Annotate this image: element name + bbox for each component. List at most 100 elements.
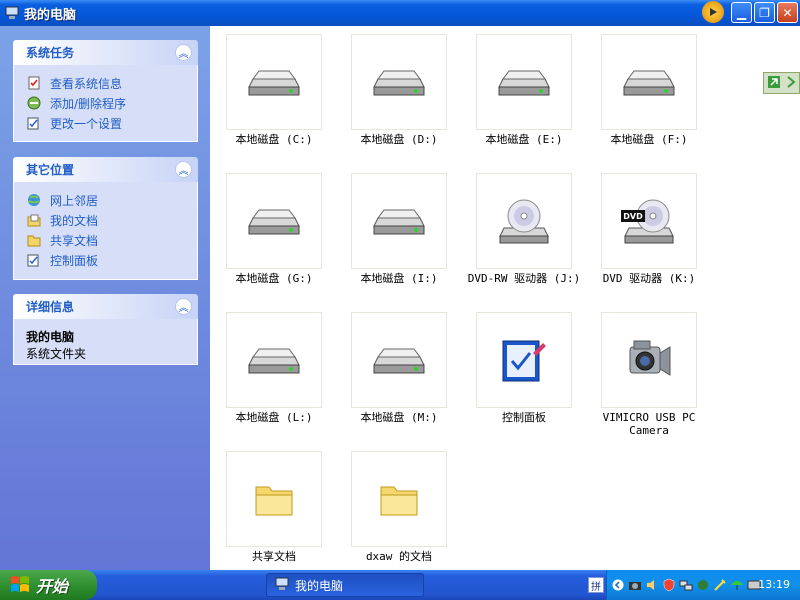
place-network[interactable]: 网上邻居 [26, 190, 187, 210]
other-places-body: 网上邻居 我的文档 共享文档 控制面板 [13, 182, 198, 280]
details-header[interactable]: 详细信息 ︽ [13, 294, 198, 319]
tools-icon[interactable] [713, 578, 727, 592]
other-places-panel: 其它位置 ︽ 网上邻居 我的文档 共享文档 控制面板 [13, 157, 198, 280]
chevron-left-icon[interactable] [611, 578, 625, 592]
item-label: 本地磁盘 (G:) [235, 272, 313, 285]
drive-item[interactable]: 本地磁盘 (M:) [335, 312, 463, 424]
network-icon[interactable] [679, 578, 693, 592]
maximize-button[interactable]: ❐ [754, 2, 775, 23]
system-tasks-title: 系统任务 [26, 46, 75, 60]
item-label: 本地磁盘 (M:) [360, 411, 438, 424]
thumbnail-frame [601, 312, 697, 408]
drive-item[interactable]: 本地磁盘 (G:) [210, 173, 338, 285]
dvd-rw-drive-item[interactable]: DVD-RW 驱动器 (J:) [460, 173, 588, 285]
drive-item[interactable]: 本地磁盘 (L:) [210, 312, 338, 424]
place-control-panel[interactable]: 控制面板 [26, 250, 187, 270]
my-documents-icon [26, 212, 42, 228]
taskbar: 开始 我的电脑 拼 13:19 [0, 570, 800, 600]
task-view-system-info[interactable]: 查看系统信息 [26, 73, 187, 93]
thumbnail-frame [226, 312, 322, 408]
item-label: 本地磁盘 (D:) [360, 133, 438, 146]
task-label: 更改一个设置 [50, 116, 123, 131]
sound-icon[interactable] [645, 578, 659, 592]
thumbnail-frame [351, 451, 447, 547]
details-title: 详细信息 [26, 300, 75, 314]
collapse-chevron-icon[interactable]: ︽ [175, 161, 192, 178]
taskbar-window-button[interactable]: 我的电脑 [266, 573, 424, 597]
dvd-drive-item[interactable]: DVD DVD 驱动器 (K:) [585, 173, 713, 285]
hard-drive-icon [373, 209, 425, 235]
other-places-header[interactable]: 其它位置 ︽ [13, 157, 198, 182]
minimize-button[interactable]: ▁ [731, 2, 752, 23]
hard-drive-icon [248, 70, 300, 96]
language-bar[interactable] [763, 72, 800, 94]
content-area: 本地磁盘 (C:) 本地磁盘 (D:) 本地磁盘 (E:) 本地磁盘 (F:) … [210, 26, 800, 570]
place-label: 我的文档 [50, 213, 99, 228]
drive-item[interactable]: 本地磁盘 (C:) [210, 34, 338, 146]
task-add-remove-programs[interactable]: 添加/删除程序 [26, 93, 187, 113]
shield-icon[interactable] [662, 578, 676, 592]
control-panel-icon [26, 115, 42, 131]
thumbnail-frame [476, 173, 572, 269]
hard-drive-icon [373, 70, 425, 96]
other-places-title: 其它位置 [26, 163, 75, 177]
task-label: 添加/删除程序 [50, 96, 127, 111]
camera-item[interactable]: VIMICRO USB PC Camera [585, 312, 713, 437]
item-label: VIMICRO USB PC Camera [602, 411, 696, 437]
collapse-chevron-icon[interactable]: ︽ [175, 298, 192, 315]
item-label: 本地磁盘 (E:) [485, 133, 563, 146]
thumbnail-frame [601, 34, 697, 130]
thumbnail-frame [476, 312, 572, 408]
details-name: 我的电脑 [26, 330, 75, 344]
clock[interactable]: 13:19 [758, 578, 790, 591]
control-panel-icon [26, 252, 42, 268]
task-change-setting[interactable]: 更改一个设置 [26, 113, 187, 133]
item-label: 本地磁盘 (F:) [610, 133, 688, 146]
umbrella-icon[interactable] [730, 578, 744, 592]
start-button[interactable]: 开始 [0, 570, 97, 600]
folder-icon [380, 486, 418, 516]
details-panel: 详细信息 ︽ 我的电脑 系统文件夹 [13, 294, 198, 365]
arrow-icon[interactable] [767, 75, 781, 92]
hard-drive-icon [623, 70, 675, 96]
drive-item[interactable]: 本地磁盘 (I:) [335, 173, 463, 285]
title-bar[interactable]: 我的电脑 ▁ ❐ ✕ [0, 0, 800, 26]
security-icon[interactable] [696, 578, 710, 592]
item-label: 本地磁盘 (L:) [235, 411, 313, 424]
close-button[interactable]: ✕ [777, 2, 798, 23]
my-computer-icon [4, 5, 20, 21]
thumbnail-frame [226, 173, 322, 269]
place-shared-documents[interactable]: 共享文档 [26, 230, 187, 250]
thumbnail-frame [476, 34, 572, 130]
dvd-rw-drive-icon [499, 199, 549, 244]
place-my-documents[interactable]: 我的文档 [26, 210, 187, 230]
place-label: 共享文档 [50, 233, 99, 248]
collapse-chevron-icon[interactable]: ︽ [175, 44, 192, 61]
system-tasks-panel: 系统任务 ︽ 查看系统信息 添加/删除程序 更改一个设置 [13, 40, 198, 142]
arrow-icon[interactable] [786, 75, 796, 92]
start-label: 开始 [36, 577, 69, 596]
ime-indicator[interactable]: 拼 [588, 577, 604, 593]
dvd-badge: DVD [623, 212, 643, 221]
folder-item[interactable]: 共享文档 [210, 451, 338, 563]
media-player-icon[interactable] [702, 1, 724, 23]
place-label: 控制面板 [50, 253, 99, 268]
thumbnail-frame [226, 451, 322, 547]
add-remove-programs-icon [26, 95, 42, 111]
my-computer-icon [275, 577, 289, 594]
system-tasks-header[interactable]: 系统任务 ︽ [13, 40, 198, 65]
task-pane: 系统任务 ︽ 查看系统信息 添加/删除程序 更改一个设置 其它位置 ︽ 网上邻居… [0, 26, 210, 570]
control-panel-item[interactable]: 控制面板 [460, 312, 588, 424]
camera-tray-icon[interactable] [628, 578, 642, 592]
item-label: 共享文档 [252, 550, 296, 563]
system-info-icon [26, 75, 42, 91]
restore-icon: ❐ [759, 5, 770, 20]
network-places-icon [26, 192, 42, 208]
drive-item[interactable]: 本地磁盘 (F:) [585, 34, 713, 146]
close-icon: ✕ [782, 5, 793, 20]
system-tray: 13:19 [606, 570, 800, 600]
folder-item[interactable]: dxaw 的文档 [335, 451, 463, 563]
hard-drive-icon [373, 348, 425, 374]
drive-item[interactable]: 本地磁盘 (E:) [460, 34, 588, 146]
drive-item[interactable]: 本地磁盘 (D:) [335, 34, 463, 146]
